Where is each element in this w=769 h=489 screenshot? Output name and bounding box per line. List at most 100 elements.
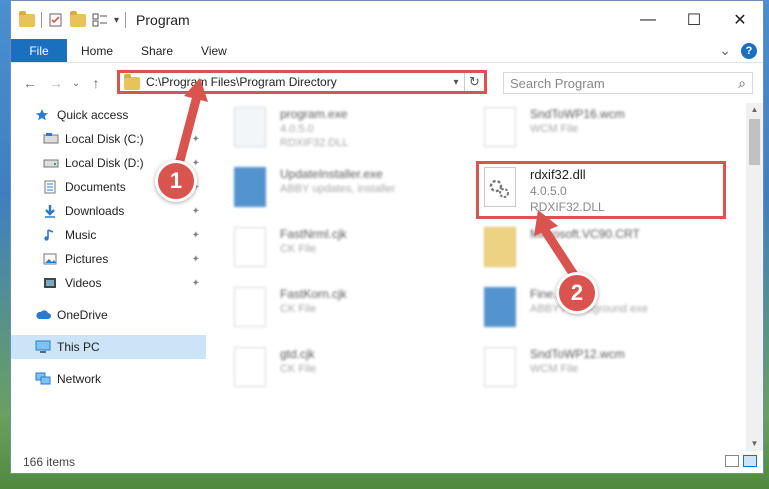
file-name: SndToWP12.wcm [530, 347, 625, 361]
exe-file-icon [484, 287, 516, 327]
list-item[interactable]: SndToWP12.wcm WCM File [466, 343, 706, 395]
close-button[interactable]: ✕ [717, 1, 763, 39]
pin-icon[interactable]: ✦ [192, 158, 200, 169]
tab-view[interactable]: View [187, 39, 241, 62]
folder-file-icon [484, 227, 516, 267]
pin-icon[interactable]: ✦ [192, 134, 200, 145]
details-view-icon[interactable] [725, 455, 739, 467]
title-bar: ▾ Program — ☐ ✕ [11, 1, 763, 39]
navigation-bar: ← → ⌄ ↑ C:\Program Files\Program Directo… [11, 63, 763, 103]
sidebar-item-network[interactable]: Network [11, 367, 206, 391]
list-item[interactable]: Microsoft.VC90.CRT [466, 223, 706, 275]
sidebar-item-label: Pictures [65, 252, 109, 266]
list-item[interactable]: SndToWP16.wcm WCM File [466, 103, 706, 155]
search-box[interactable]: Search Program ⌕ [503, 72, 753, 94]
tab-home[interactable]: Home [67, 39, 127, 62]
search-icon: ⌕ [738, 74, 746, 91]
ribbon-right-controls: ⌄ ? [719, 42, 757, 59]
address-path[interactable]: C:\Program Files\Program Directory [146, 75, 448, 89]
sidebar-item-label: This PC [57, 340, 100, 354]
help-icon[interactable]: ? [741, 42, 757, 59]
pin-icon[interactable]: ✦ [192, 230, 200, 241]
list-item[interactable]: FastKorn.cjk CK File [216, 283, 456, 335]
list-item[interactable]: FastNrml.cjk CK File [216, 223, 456, 275]
divider [41, 12, 42, 28]
item-count: 166 items [23, 455, 76, 469]
file-list: program.exe 4.0.5.0 RDXIF32.DLL SndToWP1… [216, 103, 746, 451]
tab-share[interactable]: Share [127, 39, 187, 62]
refresh-button[interactable]: ↻ [464, 73, 484, 91]
file-icon [234, 347, 266, 387]
sidebar-item-label: Videos [65, 276, 102, 290]
sidebar-item-label: Documents [65, 180, 126, 194]
list-item[interactable]: UpdateInstaller.exe ABBY updates, instal… [216, 163, 456, 215]
list-item[interactable]: program.exe 4.0.5.0 RDXIF32.DLL [216, 103, 456, 155]
window-title: Program [136, 12, 190, 28]
minimize-button[interactable]: — [625, 1, 671, 39]
sidebar-item-quick-access[interactable]: Quick access [11, 103, 206, 127]
sidebar-item-this-pc[interactable]: This PC [11, 335, 206, 359]
sidebar-item-pictures[interactable]: Pictures ✦ [11, 247, 206, 271]
view-switcher [725, 455, 757, 467]
view-options-icon[interactable] [92, 12, 108, 28]
tab-file[interactable]: File [11, 39, 67, 62]
file-icon [484, 107, 516, 147]
file-name: program.exe [280, 107, 348, 121]
scroll-down-icon[interactable]: ▼ [746, 437, 763, 451]
ribbon-tabs: File Home Share View ⌄ ? [11, 39, 763, 63]
quick-access-toolbar: ▾ [11, 10, 127, 28]
file-detail: ABBY updates, installer [280, 183, 396, 195]
scroll-up-icon[interactable]: ▲ [746, 103, 763, 117]
pin-icon[interactable]: ✦ [192, 278, 200, 289]
sidebar-item-label: Music [65, 228, 97, 242]
list-item[interactable]: gtd.cjk CK File [216, 343, 456, 395]
exe-file-icon [234, 107, 266, 147]
pin-icon[interactable]: ✦ [192, 254, 200, 265]
network-icon [35, 372, 51, 386]
file-icon [484, 347, 516, 387]
drive-icon [43, 132, 59, 146]
sidebar-item-label: OneDrive [57, 308, 108, 322]
sidebar-item-local-disk-c[interactable]: Local Disk (C:) ✦ [11, 127, 206, 151]
sidebar-item-onedrive[interactable]: OneDrive [11, 303, 206, 327]
file-detail: RDXIF32.DLL [280, 137, 349, 149]
file-name: FastKorn.cjk [280, 287, 347, 301]
sidebar-item-music[interactable]: Music ✦ [11, 223, 206, 247]
large-icons-view-icon[interactable] [743, 455, 757, 467]
sidebar-item-videos[interactable]: Videos ✦ [11, 271, 206, 295]
maximize-button[interactable]: ☐ [671, 1, 717, 39]
window-controls: — ☐ ✕ [625, 1, 763, 39]
sidebar-item-label: Network [57, 372, 102, 386]
file-detail: WCM File [530, 123, 579, 135]
folder-icon [19, 10, 35, 27]
address-bar[interactable]: C:\Program Files\Program Directory ▾ ↻ [117, 70, 487, 94]
file-icon [234, 287, 266, 327]
pin-icon[interactable]: ✦ [192, 206, 200, 217]
forward-button[interactable]: → [43, 75, 69, 91]
file-detail: CK File [280, 243, 317, 255]
downloads-icon [43, 204, 59, 218]
sidebar-item-downloads[interactable]: Downloads ✦ [11, 199, 206, 223]
search-input[interactable]: Search Program [510, 76, 605, 91]
scroll-thumb[interactable] [749, 119, 760, 165]
vertical-scrollbar[interactable]: ▲ ▼ [746, 103, 763, 451]
star-icon [35, 108, 51, 122]
sidebar-item-label: Quick access [57, 108, 129, 122]
expand-ribbon-icon[interactable]: ⌄ [719, 42, 731, 59]
file-detail: WCM File [530, 363, 579, 375]
recent-locations-icon[interactable]: ⌄ [69, 78, 83, 89]
customize-chevron-icon[interactable]: ▾ [114, 15, 119, 26]
navigation-pane: Quick access Local Disk (C:) ✦ Local Dis… [11, 103, 206, 451]
status-bar: 166 items [11, 451, 763, 473]
properties-icon[interactable] [48, 12, 64, 28]
new-folder-icon[interactable] [70, 10, 86, 27]
up-button[interactable]: ↑ [83, 75, 109, 91]
file-detail: CK File [280, 363, 317, 375]
address-dropdown-icon[interactable]: ▾ [448, 77, 464, 88]
pictures-icon [43, 252, 59, 266]
step-badge-2: 2 [556, 272, 598, 314]
step-badge-1: 1 [155, 160, 197, 202]
back-button[interactable]: ← [17, 75, 43, 91]
sidebar-item-label: Downloads [65, 204, 125, 218]
explorer-window: ▾ Program — ☐ ✕ File Home Share View ⌄ ?… [10, 0, 764, 474]
